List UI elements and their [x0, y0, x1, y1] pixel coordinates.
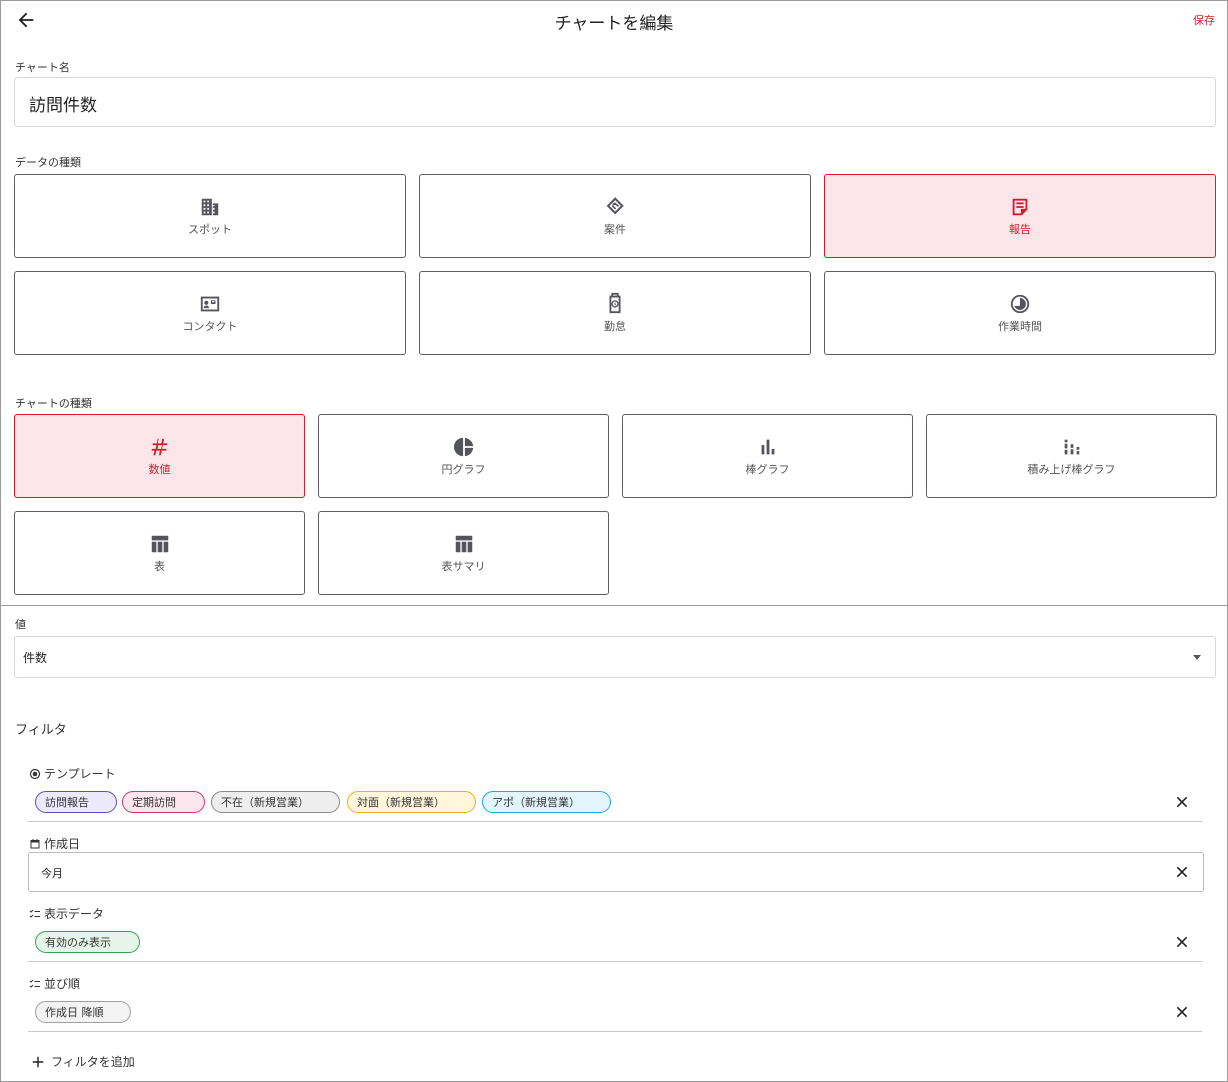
chart-type-table-summary[interactable]: 表サマリ: [318, 511, 609, 595]
report-icon: [1012, 198, 1028, 216]
contact-card-icon: [200, 296, 220, 312]
display-data-chip[interactable]: 有効のみ表示: [35, 931, 140, 953]
chart-type-pie[interactable]: 円グラフ: [318, 414, 609, 498]
clock-pie-icon: [1010, 294, 1030, 314]
filter-divider: [28, 821, 1202, 822]
value-select[interactable]: 件数: [14, 636, 1216, 678]
page-title: チャートを編集: [554, 14, 674, 34]
handshake-icon: [606, 197, 624, 215]
filter-divider: [28, 1031, 1202, 1032]
stacked-bar-icon: [1064, 439, 1079, 455]
chart-type-label: チャートの種類: [15, 397, 92, 410]
data-type-spot-label: スポット: [188, 223, 232, 236]
chart-type-stacked-bar-label: 積み上げ棒グラフ: [1027, 463, 1116, 476]
sort-order-chip-label: 作成日 降順: [45, 1006, 104, 1019]
template-chip[interactable]: 対面（新規営業）: [347, 791, 476, 813]
data-type-deal[interactable]: 案件: [419, 174, 811, 258]
created-date-value: 今月: [41, 867, 63, 880]
top-bar: チャートを編集 保存: [1, 1, 1227, 41]
template-chip-label: アポ（新規営業）: [492, 796, 580, 809]
checklist-icon: [29, 979, 40, 988]
edit-chart-screen: チャートを編集 保存 チャート名 訪問件数 データの種類 スポット 案件 報告 …: [0, 0, 1228, 1082]
hash-icon: [151, 438, 167, 456]
data-type-label: データの種類: [15, 156, 81, 169]
pie-chart-icon: [453, 437, 473, 457]
value-select-value: 件数: [23, 651, 48, 665]
template-chip-label: 不在（新規営業）: [221, 796, 309, 809]
sort-order-chip[interactable]: 作成日 降順: [35, 1001, 131, 1023]
data-type-contact-label: コンタクト: [182, 320, 238, 333]
data-type-attendance-label: 勤怠: [604, 320, 626, 333]
data-type-contact[interactable]: コンタクト: [14, 271, 406, 355]
close-icon[interactable]: [1174, 1004, 1190, 1020]
data-type-worktime-label: 作業時間: [998, 320, 1042, 333]
plus-icon: [32, 1056, 44, 1067]
template-filter-label: テンプレート: [44, 767, 116, 781]
calendar-icon: [30, 838, 40, 848]
close-icon[interactable]: [1174, 934, 1190, 950]
display-data-filter-header: 表示データ: [29, 905, 104, 922]
template-chip-label: 対面（新規営業）: [357, 796, 445, 809]
close-icon[interactable]: [1174, 864, 1190, 880]
chevron-down-icon: [1193, 655, 1201, 660]
chart-type-table-summary-label: 表サマリ: [441, 560, 486, 573]
filter-divider: [28, 961, 1202, 962]
template-chip[interactable]: アポ（新規営業）: [482, 791, 611, 813]
bar-chart-icon: [761, 439, 774, 455]
chart-type-stacked-bar[interactable]: 積み上げ棒グラフ: [926, 414, 1217, 498]
section-divider: [1, 605, 1227, 606]
template-chip-label: 訪問報告: [45, 796, 89, 809]
timeclock-icon: [609, 292, 621, 314]
radio-icon: [29, 768, 41, 779]
data-type-attendance[interactable]: 勤怠: [419, 271, 811, 355]
checklist-icon: [29, 909, 40, 918]
template-chip-label: 定期訪問: [132, 796, 176, 809]
chart-name-value: 訪問件数: [29, 96, 97, 116]
value-label: 値: [15, 618, 26, 631]
display-data-chip-label: 有効のみ表示: [45, 936, 111, 949]
chart-type-table-label: 表: [154, 560, 165, 573]
data-type-worktime[interactable]: 作業時間: [824, 271, 1216, 355]
chart-type-bar[interactable]: 棒グラフ: [622, 414, 913, 498]
chart-type-number[interactable]: 数値: [14, 414, 305, 498]
sort-order-filter-label: 並び順: [44, 977, 81, 991]
template-chip[interactable]: 訪問報告: [35, 791, 117, 813]
created-date-filter-label: 作成日: [44, 837, 81, 851]
template-filter-header: テンプレート: [29, 765, 116, 782]
data-type-spot[interactable]: スポット: [14, 174, 406, 258]
building-icon: [201, 198, 219, 216]
chart-name-input[interactable]: 訪問件数: [14, 77, 1216, 127]
chart-type-bar-label: 棒グラフ: [745, 463, 790, 476]
filters-title: フィルタ: [15, 723, 67, 738]
add-filter-button[interactable]: フィルタを追加: [31, 1053, 135, 1070]
template-chip[interactable]: 不在（新規営業）: [211, 791, 340, 813]
add-filter-label: フィルタを追加: [51, 1055, 135, 1069]
template-chip[interactable]: 定期訪問: [122, 791, 205, 813]
sort-order-filter-header: 並び順: [29, 975, 80, 992]
data-type-report[interactable]: 報告: [824, 174, 1216, 258]
save-button[interactable]: 保存: [1193, 12, 1215, 28]
created-date-input[interactable]: 今月: [28, 852, 1204, 892]
data-type-deal-label: 案件: [604, 223, 626, 236]
created-date-filter-header: 作成日: [29, 835, 80, 852]
table-icon: [151, 535, 168, 553]
chart-type-number-label: 数値: [148, 463, 171, 476]
chart-type-pie-label: 円グラフ: [441, 463, 486, 476]
chart-name-label: チャート名: [15, 61, 70, 74]
table-icon: [455, 535, 472, 553]
close-icon[interactable]: [1174, 794, 1190, 810]
data-type-report-label: 報告: [1009, 223, 1031, 236]
display-data-filter-label: 表示データ: [44, 907, 105, 921]
chart-type-table[interactable]: 表: [14, 511, 305, 595]
